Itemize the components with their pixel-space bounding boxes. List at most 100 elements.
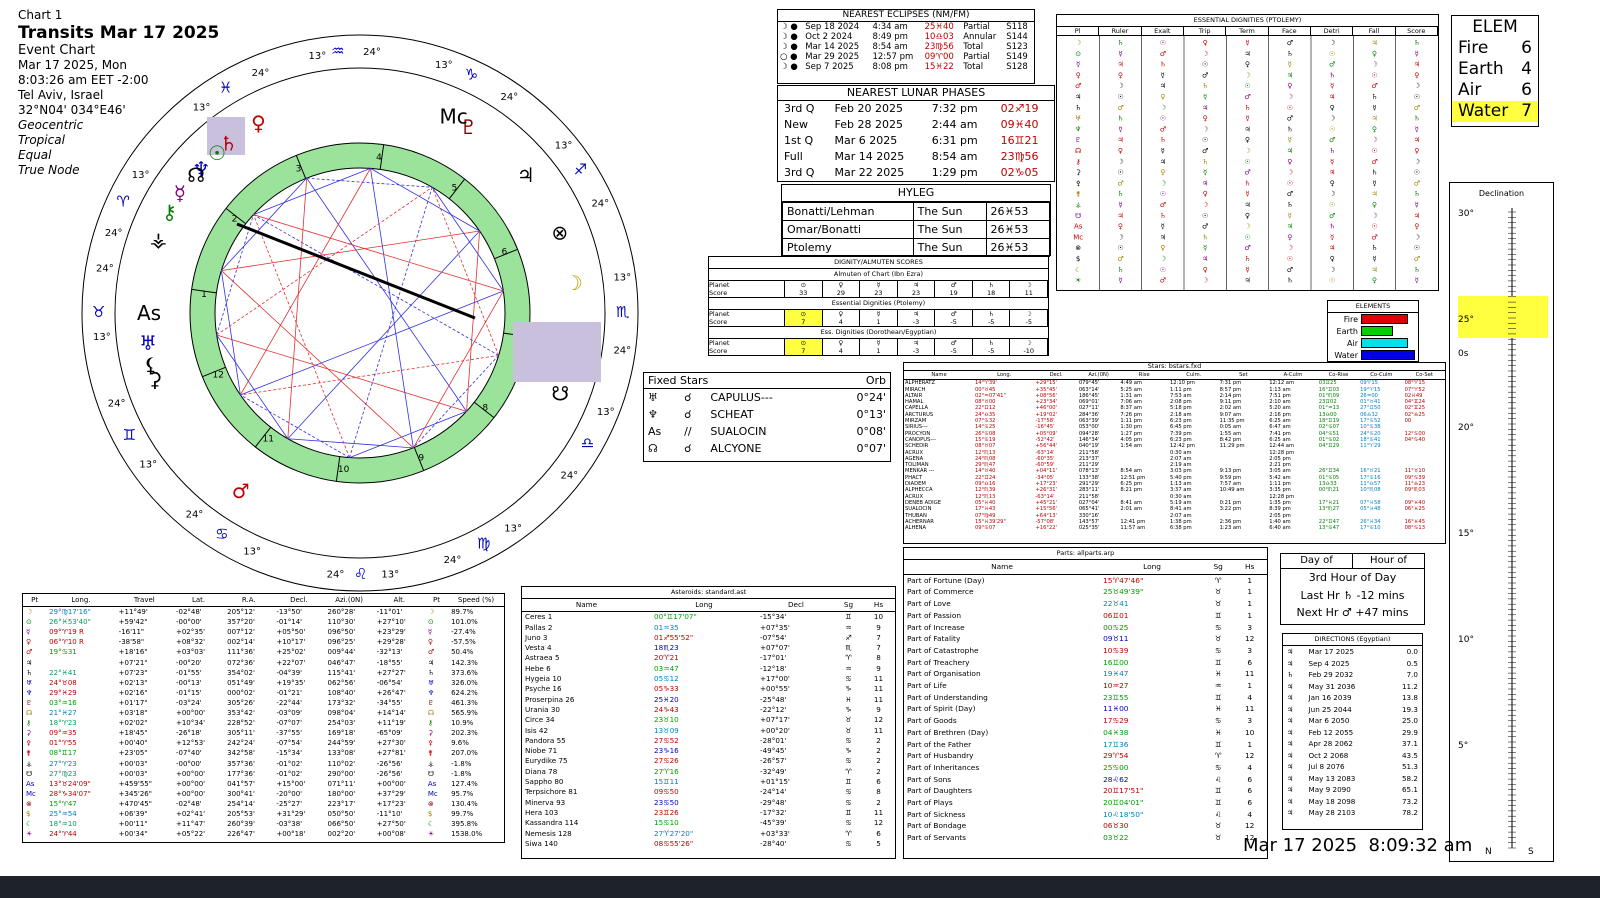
parts-row: Part of Sons 28♌62 ♌ 6	[904, 774, 1267, 786]
almuten-planet: ♀	[838, 310, 844, 318]
positions-cell: -02°48'	[175, 799, 202, 808]
positions-cell: +03'18"	[118, 709, 148, 718]
parts-row: Part of Daughters 20♊17'51" ♊ 6	[904, 785, 1267, 797]
positions-cell: +29°28'	[376, 638, 406, 647]
dignity-cell: ♂	[1160, 277, 1166, 285]
positions-row: As 13°♉24'09" +459'55" +00°00' 041°57' +15°00…	[23, 779, 504, 789]
almuten-col: ♃ -3	[898, 339, 936, 355]
positions-cell: 101.0%	[451, 618, 478, 627]
lunar-cell: New	[784, 118, 808, 131]
parts-cell: ♋	[1214, 645, 1222, 655]
zodiac-label: 24°	[560, 470, 578, 481]
positions-cell: ♇	[26, 698, 33, 707]
almuten-score: -5	[987, 318, 995, 326]
dignity-cell: ☿	[1415, 50, 1419, 58]
parts-cell: 1	[1247, 739, 1253, 749]
asteroids-cell: -32°49'	[759, 766, 787, 776]
zodiac-label: ♊	[123, 426, 136, 444]
positions-cell: 28°♑34'07"	[49, 789, 91, 798]
asteroids-row: Terpsichore 81 09♋50 -24°14' ♋ 8	[522, 787, 895, 797]
asteroids-cell: Proserpina 26	[525, 694, 575, 704]
parts-cell: ♉	[1214, 634, 1222, 644]
fixed-star-cell: ♅	[648, 391, 658, 404]
dignity-cell: ♀	[1203, 266, 1208, 274]
positions-cell: -01°55'	[175, 668, 202, 677]
asteroids-cell: Pallas 2	[525, 622, 553, 632]
parts-cell: Part of Increase	[907, 622, 965, 632]
positions-cell: -11°01'	[376, 608, 403, 617]
zodiac-label: 24°	[501, 92, 519, 103]
directions-table: ♃ Mar 17 2025 0.0 ♃ Sep 4 2025 0.5 ♄ Feb 29 203…	[1283, 646, 1422, 819]
asteroids-cell: ♊	[845, 807, 852, 817]
element-bar	[1361, 326, 1393, 336]
asteroids-cell: +07°07'	[759, 643, 790, 653]
direction-cell: ♃	[1287, 796, 1294, 806]
asteroids-cell: 2	[876, 797, 881, 807]
fixed-star-cell: ☌	[684, 408, 692, 421]
parts-cell: 12	[1244, 821, 1255, 831]
wheel-planet-glyph: ⊗	[551, 220, 568, 244]
positions-cell: -00°00'	[175, 618, 202, 627]
dignity-cell: ♀	[1118, 223, 1123, 231]
almuten-score: -5	[950, 347, 957, 355]
positions-cell: ♂	[427, 648, 435, 657]
dignity-cell: ☿	[1118, 50, 1122, 58]
stars-header: Culm.	[1169, 371, 1219, 381]
dignity-cell: ♀	[1414, 223, 1419, 231]
positions-cell: As	[26, 779, 35, 788]
direction-cell: Apr 28 2062	[1308, 739, 1353, 748]
dignity-cell: ☉	[1371, 223, 1377, 231]
asteroids-cell: -45°39'	[759, 818, 787, 828]
positions-header: Pt	[23, 594, 47, 608]
fixed-star-cell: ♆	[648, 408, 658, 421]
asteroids-cell: 15♊11	[654, 777, 679, 787]
eclipse-cell: 23♍56	[924, 42, 954, 52]
positions-cell: 15°♈47	[49, 799, 77, 808]
dignity-cell: ☿	[1076, 61, 1080, 69]
positions-row: ♂ 19°♋31 +18'16" +03°03' 111°36' +25°02' 009°4…	[23, 647, 504, 657]
stars-title: Stars: bstars.fxd	[904, 363, 1445, 371]
almuten-label: Score	[709, 347, 728, 355]
positions-cell: ☽	[427, 608, 435, 617]
almuten-planet: ♄	[988, 339, 995, 347]
dignity-cell: ♅	[1075, 115, 1081, 123]
parts-cell: Part of Understanding	[907, 692, 988, 702]
asteroids-cell: 13♉09	[654, 725, 679, 735]
direction-cell: ♃	[1287, 762, 1294, 771]
asteroids-row: Urania 30 24♑43 -22°12' ♑ 9	[522, 705, 895, 715]
dignity-cell: ♄	[1287, 125, 1293, 133]
declination-tick: 15°	[1458, 529, 1474, 539]
dignity-cell: ☽	[1202, 125, 1208, 133]
direction-cell: Mar 17 2025	[1308, 647, 1355, 656]
parts-cell: Part of Sons	[907, 774, 952, 784]
house-number: 3	[296, 164, 302, 174]
element-bar-label: Air	[1347, 338, 1358, 348]
asteroids-cell: Psyche 16	[525, 684, 562, 694]
parts-cell: 6	[1247, 774, 1253, 784]
zodiac-label: 24°	[96, 264, 114, 275]
positions-cell: 461.3%	[451, 698, 478, 707]
positions-cell: +23°29'	[376, 628, 406, 637]
almuten-score: 23	[874, 289, 883, 297]
eclipse-cell: 25♓40	[924, 22, 954, 32]
stars-row: ALPHECCA 12°♏39 +26°31' 283°11' 8:21 pm 3:37 …	[904, 487, 1445, 493]
dignity-cell: ⚷	[1076, 158, 1081, 166]
asteroids-cell: 20♈21	[654, 653, 679, 663]
positions-cell	[46, 658, 116, 668]
dignity-cell: ☿	[1330, 82, 1334, 90]
asteroids-cell: 27♈16	[654, 766, 679, 776]
direction-cell: ♃	[1287, 773, 1294, 783]
positions-cell: 242°24'	[227, 739, 255, 748]
dignity-cell: ♃	[1244, 277, 1250, 285]
dignity-cell: ♂	[1414, 255, 1420, 263]
zodiac-label: 13°	[193, 103, 211, 114]
positions-cell: 098°04'	[327, 709, 356, 718]
zodiac-label: ♑	[465, 66, 478, 84]
dignity-cell: ☉	[1329, 201, 1335, 209]
dignity-cell: ☿	[1415, 277, 1419, 285]
positions-cell: 223°17'	[327, 799, 356, 808]
dignity-cell: ☽	[1287, 169, 1293, 177]
positions-row: ⚷ 18°♈23 +02'02" +10°34' 228°52' -07°07' 254°0…	[23, 718, 504, 728]
fixed-star-cell: ALCYONE	[710, 442, 762, 455]
dignity-cell: ☽	[1371, 136, 1377, 144]
